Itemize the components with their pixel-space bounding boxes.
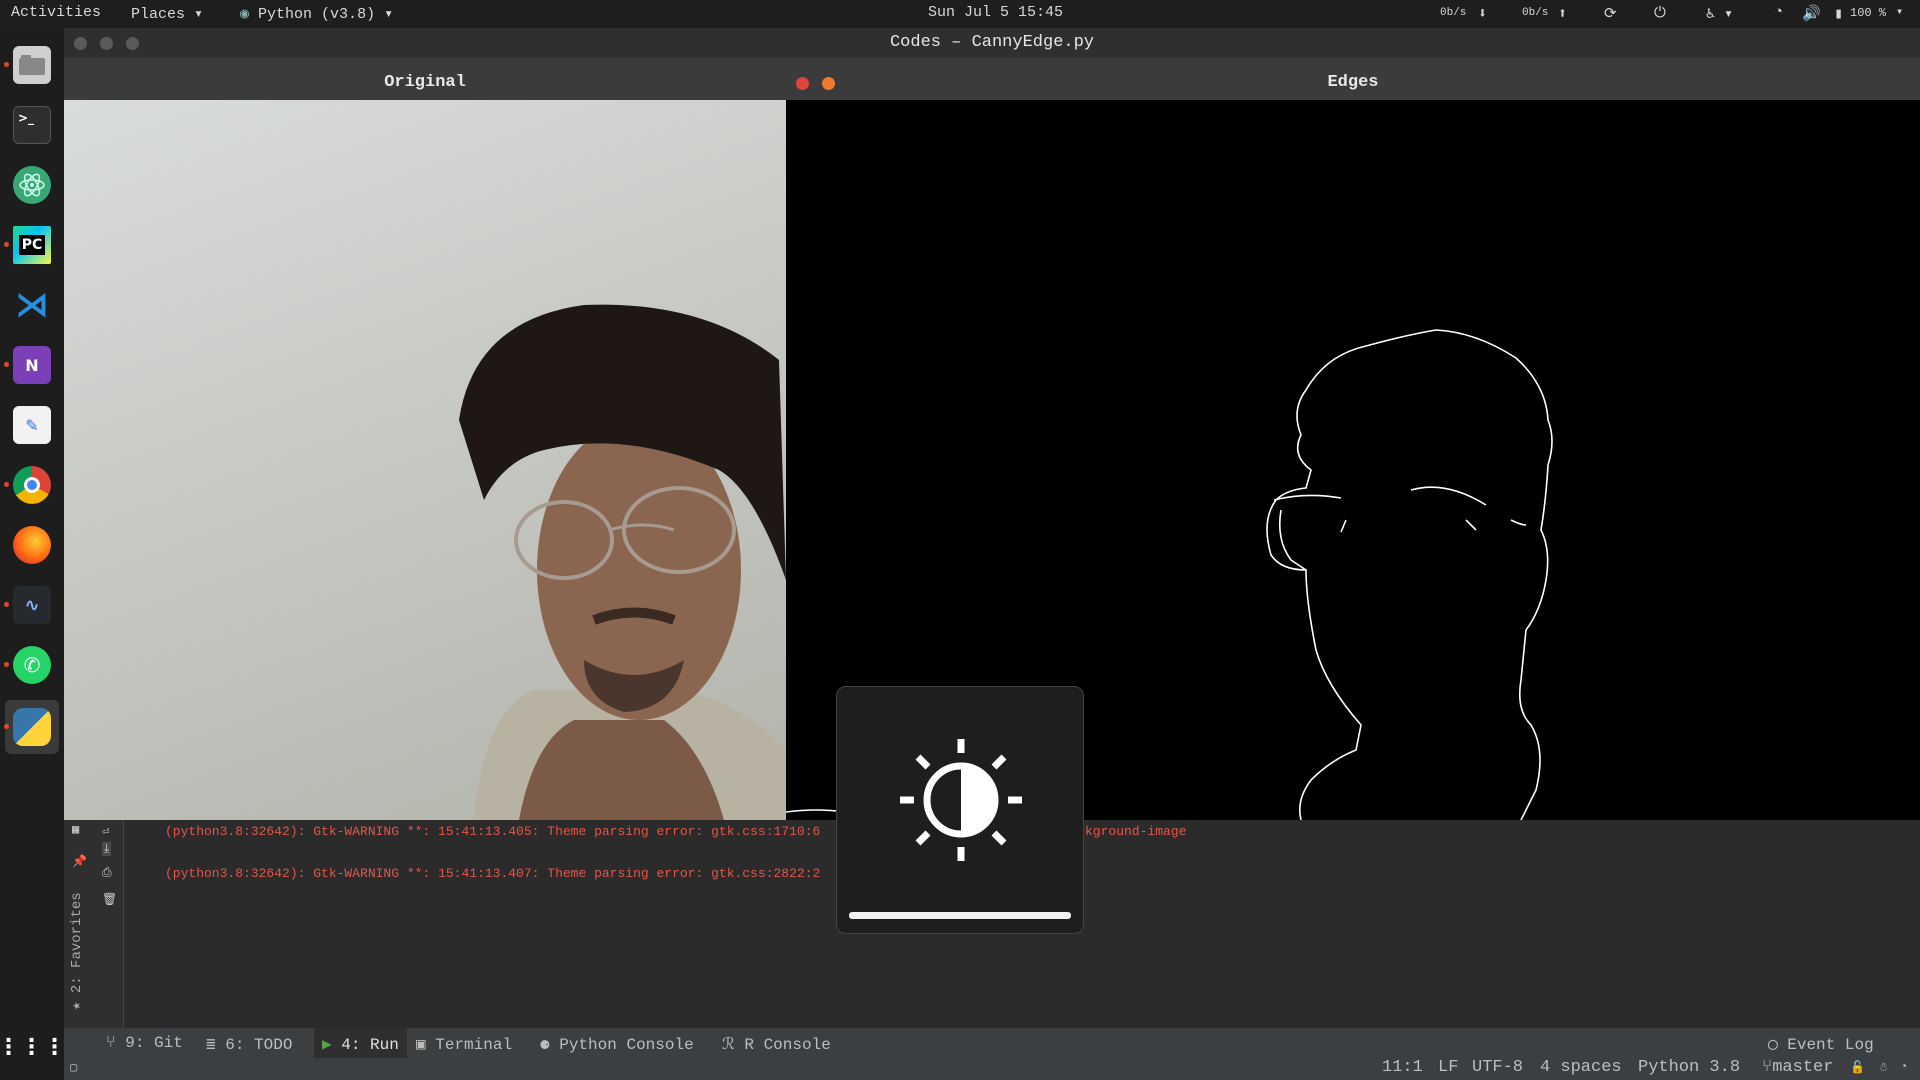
whatsapp-icon[interactable]: ✆ xyxy=(13,646,51,684)
vscode-icon[interactable]: ⋊ xyxy=(13,285,51,325)
dock: >_ PC ⋊ N ✎ ∿ ✆ ⋮⋮⋮ xyxy=(0,28,66,1080)
running-indicator xyxy=(4,602,9,607)
star-icon: ★ xyxy=(69,1001,85,1010)
battery-icon[interactable]: ▮ xyxy=(1834,4,1843,23)
brightness-level-bar xyxy=(849,912,1071,919)
webcam-frame xyxy=(64,100,786,820)
brightness-icon xyxy=(900,739,1022,861)
download-arrow-icon: ⬇ xyxy=(1478,6,1488,23)
edges-minimize-button[interactable] xyxy=(822,77,835,90)
edges-window-title: Edges xyxy=(786,66,1920,100)
python-app-icon: ◉ xyxy=(240,6,250,23)
terminal-small-icon: ▣ xyxy=(416,1036,426,1054)
clock[interactable]: Sun Jul 5 15:45 xyxy=(928,4,1063,21)
ide-title-text: Codes – CannyEdge.py xyxy=(889,33,1095,52)
terminal-icon[interactable]: >_ xyxy=(13,106,51,144)
accessibility-icon[interactable]: ♿ ▾ xyxy=(1706,4,1733,23)
volume-icon[interactable]: 🔊 xyxy=(1802,4,1821,23)
branch-icon: ⑂ xyxy=(106,1034,116,1052)
layout-icon[interactable]: ▦ xyxy=(72,822,79,837)
print-icon[interactable]: ⎙ xyxy=(102,866,112,880)
wifi-icon[interactable]: ◔ xyxy=(1774,4,1783,21)
python-interpreter[interactable]: Python 3.8 xyxy=(1638,1058,1740,1077)
running-indicator xyxy=(4,482,9,487)
console-line-1-tail: kground-image xyxy=(1085,824,1187,839)
app-grid-icon[interactable]: ⋮⋮⋮ xyxy=(0,1028,66,1066)
app-menu-label: Python (v3.8) xyxy=(258,6,376,23)
status-bar: ▢ 11:1 LF UTF-8 4 spaces Python 3.8 ⑂mas… xyxy=(64,1058,1920,1080)
toggle-tool-windows-icon[interactable]: ▢ xyxy=(70,1060,77,1075)
tab-run[interactable]: ▶ 4: Run xyxy=(314,1028,407,1058)
text-editor-icon[interactable]: ✎ xyxy=(13,406,51,444)
running-indicator xyxy=(4,362,9,367)
running-indicator xyxy=(4,724,9,729)
ide-minimize-button[interactable] xyxy=(100,37,113,50)
ide-close-button[interactable] xyxy=(74,37,87,50)
tab-git[interactable]: ⑂ 9: Git xyxy=(106,1034,183,1052)
run-play-icon: ▶ xyxy=(322,1036,332,1054)
console-line-2: (python3.8:32642): Gtk-WARNING **: 15:41… xyxy=(165,866,821,881)
tab-r-console[interactable]: ℛ R Console xyxy=(722,1034,831,1054)
indent-setting[interactable]: 4 spaces xyxy=(1540,1058,1622,1077)
edges-title-text: Edges xyxy=(1327,73,1379,92)
tab-event-log[interactable]: ◯ Event Log xyxy=(1768,1034,1874,1054)
python-icon[interactable] xyxy=(13,708,51,746)
ide-maximize-button[interactable] xyxy=(126,37,139,50)
soft-wrap-icon[interactable]: ⏎ xyxy=(102,824,109,839)
running-indicator xyxy=(4,62,9,67)
tab-python-console[interactable]: ⚈ Python Console xyxy=(540,1034,694,1054)
tab-todo[interactable]: ≣ 6: TODO xyxy=(206,1034,292,1054)
system-menu-chevron-icon[interactable]: ▾ xyxy=(1896,4,1903,19)
system-monitor-icon[interactable]: ∿ xyxy=(13,586,51,624)
top-bar: Activities Places ▾ ◉ Python (v3.8) ▾ Su… xyxy=(0,0,1920,28)
caret-position[interactable]: 11:1 xyxy=(1382,1058,1423,1077)
tab-terminal[interactable]: ▣ Terminal xyxy=(416,1034,512,1054)
pycharm-icon[interactable]: PC xyxy=(13,226,51,264)
python-small-icon: ⚈ xyxy=(540,1036,550,1054)
files-icon[interactable] xyxy=(13,46,51,84)
line-separator[interactable]: LF xyxy=(1438,1058,1458,1077)
net-up-rate: 0b/s xyxy=(1522,7,1549,19)
app-menu[interactable]: ◉ Python (v3.8) ▾ xyxy=(240,4,393,23)
branch-icon: ⑂ xyxy=(1762,1058,1773,1077)
inspector-icon[interactable]: ☃ xyxy=(1880,1060,1887,1075)
sync-icon[interactable]: ⟳ xyxy=(1604,4,1617,23)
file-encoding[interactable]: UTF-8 xyxy=(1472,1058,1523,1077)
scroll-to-end-icon[interactable]: ⤓ xyxy=(102,842,112,856)
battery-level: 100 % xyxy=(1850,6,1887,20)
power-icon[interactable]: ⏻ xyxy=(1654,4,1666,22)
trash-icon[interactable]: 🗑 xyxy=(102,892,117,907)
ide-toolbar-strip xyxy=(64,58,1920,66)
person-photo xyxy=(459,304,786,820)
onenote-icon[interactable]: N xyxy=(13,346,51,384)
edges-close-button[interactable] xyxy=(796,77,809,90)
net-down-rate: 0b/s xyxy=(1440,7,1467,19)
tool-window-bar: ⑂ 9: Git ≣ 6: TODO ▶ 4: Run ▣ Terminal ⚈… xyxy=(64,1028,1920,1058)
places-label: Places xyxy=(131,6,186,23)
original-window-title: Original xyxy=(64,66,786,100)
original-window[interactable]: Original xyxy=(64,66,786,820)
firefox-icon[interactable] xyxy=(13,526,51,564)
upload-arrow-icon: ⬆ xyxy=(1558,6,1568,23)
lock-icon[interactable]: 🔓 xyxy=(1850,1060,1865,1075)
activities-button[interactable]: Activities xyxy=(11,4,101,21)
event-log-icon: ◯ xyxy=(1768,1036,1778,1054)
atom-icon[interactable] xyxy=(13,166,51,204)
chrome-icon[interactable] xyxy=(13,466,51,504)
list-icon: ≣ xyxy=(206,1036,216,1054)
r-console-icon: ℛ xyxy=(722,1036,735,1054)
git-branch[interactable]: ⑂master xyxy=(1762,1058,1833,1077)
pin-icon[interactable]: 📌 xyxy=(72,854,87,869)
chevron-down-icon: ▾ xyxy=(194,6,204,23)
favorites-tool-tab[interactable]: ★ 2: Favorites xyxy=(68,892,85,1010)
ide-titlebar: Codes – CannyEdge.py xyxy=(64,28,1920,58)
running-indicator xyxy=(4,242,9,247)
chevron-down-icon: ▾ xyxy=(384,6,394,23)
console-line-1: (python3.8:32642): Gtk-WARNING **: 15:41… xyxy=(165,824,1187,839)
memory-indicator-icon[interactable]: ◔ xyxy=(1900,1060,1907,1074)
places-menu[interactable]: Places ▾ xyxy=(131,4,203,23)
running-indicator xyxy=(4,662,9,667)
brightness-osd xyxy=(836,686,1084,934)
